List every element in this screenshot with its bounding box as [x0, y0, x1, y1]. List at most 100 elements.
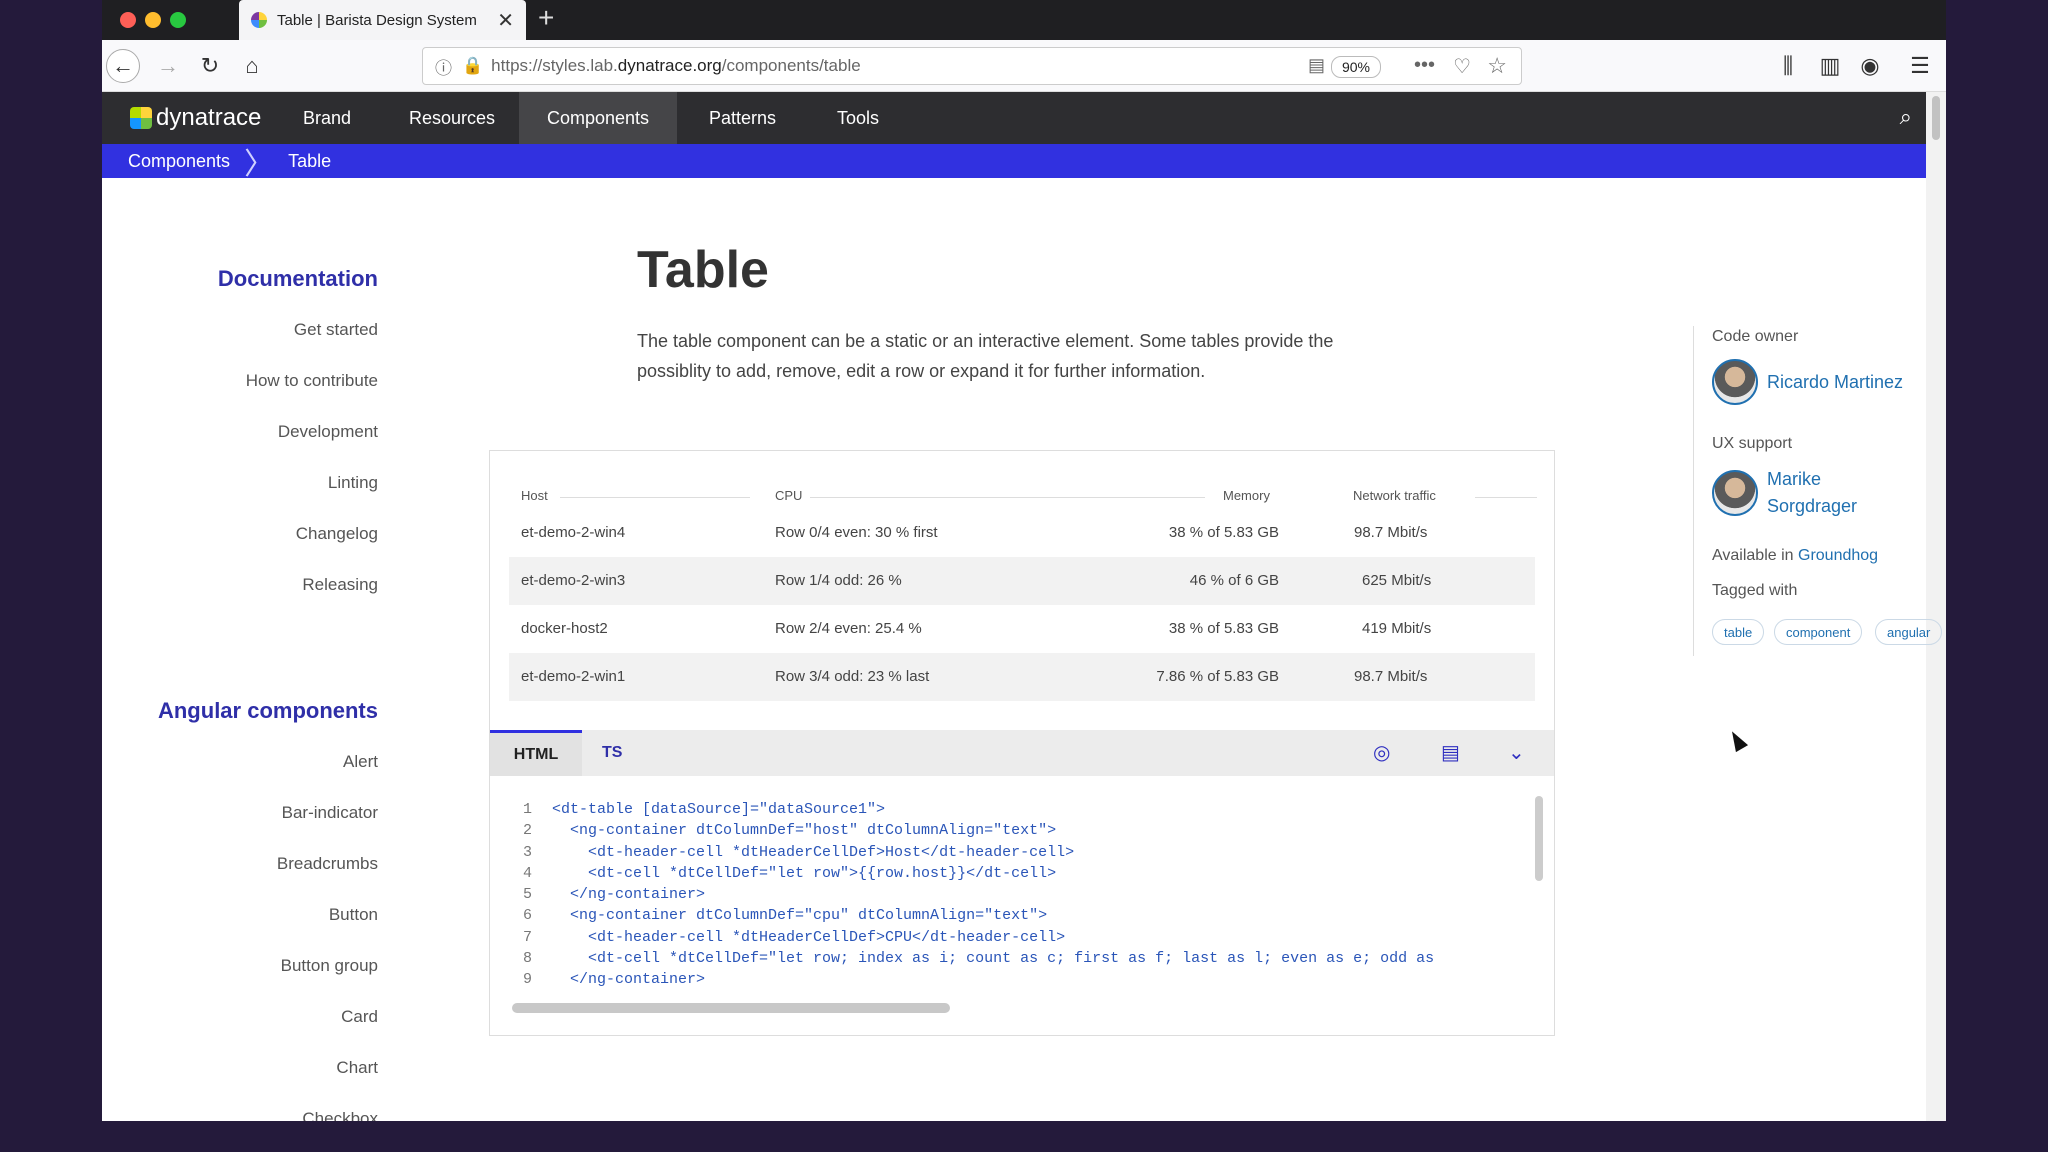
- bookmark-star-icon[interactable]: ☆: [1487, 53, 1507, 79]
- sidebar-item-bar-indicator[interactable]: Bar-indicator: [282, 803, 378, 823]
- browser-toolbar: ← → ↻ ⌂ ⓘ 🔒 https://styles.lab. dynatrace…: [102, 40, 1946, 92]
- eye-slash-icon[interactable]: ◎: [1373, 740, 1390, 765]
- reload-icon[interactable]: ↻: [194, 50, 226, 82]
- close-tab-icon[interactable]: ✕: [497, 8, 514, 33]
- chevron-down-icon[interactable]: ⌄: [1508, 740, 1525, 765]
- header-divider: [810, 497, 1205, 498]
- sidebar-item-how-to-contribute[interactable]: How to contribute: [246, 371, 378, 391]
- sidebar-item-get-started[interactable]: Get started: [294, 320, 378, 340]
- table-row[interactable]: et-demo-2-win1 Row 3/4 odd: 23 % last 7.…: [509, 653, 1535, 701]
- info-icon[interactable]: ⓘ: [435, 54, 452, 79]
- url-bar[interactable]: ⓘ 🔒 https://styles.lab. dynatrace.org/com…: [422, 47, 1522, 85]
- minimize-window-button[interactable]: [145, 12, 161, 28]
- ux-support-link[interactable]: Marike Sorgdrager: [1767, 466, 1857, 520]
- logo-text: dynatrace: [156, 104, 262, 131]
- sidebar-item-card[interactable]: Card: [341, 1007, 378, 1027]
- nav-tools[interactable]: Tools: [809, 92, 907, 144]
- url-prefix: https://styles.lab.: [491, 56, 618, 75]
- breadcrumb: Components 〉 Table: [102, 144, 1926, 181]
- forward-arrow-icon[interactable]: →: [152, 50, 184, 82]
- cell-host: et-demo-2-win4: [521, 524, 626, 541]
- code-vertical-scrollbar[interactable]: [1535, 796, 1543, 881]
- sidebar-item-linting[interactable]: Linting: [328, 473, 378, 493]
- groundhog-link[interactable]: Groundhog: [1798, 547, 1878, 564]
- code-block[interactable]: 1 <dt-table [dataSource]="dataSource1"> 2…: [510, 801, 1510, 993]
- code-line: 1 <dt-table [dataSource]="dataSource1">: [522, 801, 886, 818]
- cell-cpu: Row 1/4 odd: 26 %: [775, 572, 902, 589]
- cell-cpu: Row 3/4 odd: 23 % last: [775, 668, 930, 685]
- home-icon[interactable]: ⌂: [236, 50, 268, 82]
- sidebar-item-alert[interactable]: Alert: [343, 752, 378, 772]
- avatar: [1712, 359, 1758, 405]
- cell-memory: 46 % of 6 GB: [1189, 572, 1279, 589]
- sidebar-item-changelog[interactable]: Changelog: [296, 524, 378, 544]
- code-line: 4 <dt-cell *dtCellDef="let row">{{row.ho…: [522, 864, 1057, 882]
- cell-network: 98.7 Mbit/s: [1354, 668, 1428, 685]
- zoom-level[interactable]: 90%: [1330, 56, 1381, 78]
- tab-title: Table | Barista Design System: [277, 11, 477, 29]
- new-tab-button[interactable]: +: [538, 2, 554, 34]
- sidebar-item-development[interactable]: Development: [278, 422, 378, 442]
- back-arrow-icon[interactable]: ←: [106, 49, 140, 83]
- code-owner-link[interactable]: Ricardo Martinez: [1767, 369, 1903, 396]
- search-icon[interactable]: ⌕: [1900, 104, 1912, 130]
- sidebar-heading-documentation: Documentation: [217, 266, 378, 291]
- sidebar-item-breadcrumbs[interactable]: Breadcrumbs: [277, 854, 378, 874]
- cell-network: 98.7 Mbit/s: [1354, 524, 1428, 541]
- cell-network: 419 Mbit/s: [1362, 620, 1432, 637]
- available-label: Available in: [1712, 547, 1794, 564]
- ux-support-first: Marike: [1767, 469, 1822, 489]
- table-row[interactable]: et-demo-2-win3 Row 1/4 odd: 26 % 46 % of…: [509, 557, 1535, 605]
- ux-support-last: Sorgdrager: [1767, 496, 1858, 516]
- nav-resources[interactable]: Resources: [381, 92, 523, 144]
- sidebar-item-chart[interactable]: Chart: [336, 1058, 378, 1078]
- breadcrumb-components[interactable]: Components: [128, 151, 230, 172]
- library-icon[interactable]: ⫼: [1772, 50, 1804, 82]
- cell-memory: 38 % of 5.83 GB: [1168, 524, 1279, 541]
- code-line: 2 <ng-container dtColumnDef="host" dtCol…: [522, 822, 1057, 840]
- sidebar-item-checkbox[interactable]: Checkbox: [302, 1109, 378, 1121]
- sidebar-item-releasing[interactable]: Releasing: [302, 575, 378, 595]
- tab-bar: Table | Barista Design System ✕ +: [102, 0, 1946, 40]
- cell-host: et-demo-2-win3: [521, 572, 626, 589]
- tag-table[interactable]: table: [1712, 619, 1765, 645]
- header-divider: [560, 497, 750, 498]
- maximize-window-button[interactable]: [170, 12, 186, 28]
- site-header: dynatrace Brand Resources Components Pat…: [102, 92, 1926, 144]
- account-icon[interactable]: ◉: [1854, 50, 1886, 82]
- page-scrollbar[interactable]: [1926, 92, 1946, 1121]
- sidebar-item-button[interactable]: Button: [329, 905, 378, 925]
- sidebar-icon[interactable]: ▥: [1814, 50, 1846, 82]
- reader-view-icon[interactable]: ▤: [1308, 55, 1325, 76]
- tab-html[interactable]: HTML: [490, 730, 582, 776]
- scrollbar-thumb[interactable]: [1932, 96, 1940, 140]
- header-cpu: CPU: [775, 488, 803, 503]
- nav-patterns[interactable]: Patterns: [681, 92, 804, 144]
- available-in: Available in Groundhog: [1712, 547, 1878, 565]
- cell-memory: 38 % of 5.83 GB: [1168, 620, 1279, 637]
- sidebar-item-button-group[interactable]: Button group: [281, 956, 378, 976]
- more-icon[interactable]: •••: [1414, 54, 1435, 77]
- tag-component[interactable]: component: [1774, 619, 1863, 645]
- cell-host: docker-host2: [521, 620, 608, 637]
- avatar: [1712, 470, 1758, 516]
- close-window-button[interactable]: [120, 12, 136, 28]
- tab-ts[interactable]: TS: [602, 730, 622, 776]
- code-owner-label: Code owner: [1712, 328, 1799, 345]
- cell-memory: 7.86 % of 5.83 GB: [1156, 668, 1279, 685]
- nav-components[interactable]: Components: [519, 92, 678, 144]
- dynatrace-logo[interactable]: dynatrace: [130, 104, 261, 132]
- code-line: 7 <dt-header-cell *dtHeaderCellDef>CPU</…: [522, 928, 1066, 946]
- breadcrumb-current: Table: [288, 150, 332, 171]
- code-horizontal-scrollbar[interactable]: [512, 1003, 950, 1013]
- clipboard-icon[interactable]: ▤: [1441, 740, 1460, 765]
- menu-icon[interactable]: ☰: [1904, 50, 1936, 82]
- browser-tab[interactable]: Table | Barista Design System ✕: [239, 0, 526, 40]
- pocket-icon[interactable]: ♡: [1453, 54, 1471, 79]
- code-line: 8 <dt-cell *dtCellDef="let row; index as…: [522, 950, 1435, 968]
- nav-brand[interactable]: Brand: [275, 92, 379, 144]
- table-row[interactable]: et-demo-2-win4 Row 0/4 even: 30 % first …: [509, 509, 1535, 557]
- table-row[interactable]: docker-host2 Row 2/4 even: 25.4 % 38 % o…: [509, 605, 1535, 653]
- code-line: 3 <dt-header-cell *dtHeaderCellDef>Host<…: [522, 843, 1075, 861]
- tag-angular[interactable]: angular: [1875, 619, 1943, 645]
